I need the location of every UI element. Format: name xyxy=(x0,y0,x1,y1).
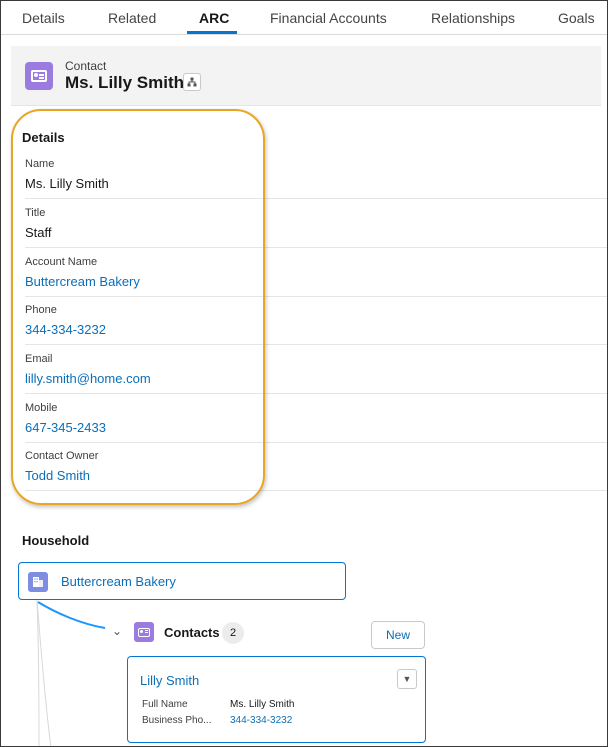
contacts-group: ⌄ Contacts 2 New xyxy=(109,620,429,649)
full-name-value: Ms. Lilly Smith xyxy=(230,699,295,710)
contact-name-link[interactable]: Lilly Smith xyxy=(140,673,199,688)
business-phone-label: Business Pho... xyxy=(142,715,212,726)
app-frame: Details Related ARC Financial Accounts R… xyxy=(0,0,608,747)
contacts-label: Contacts xyxy=(164,625,220,640)
business-phone-link[interactable]: 344-334-3232 xyxy=(230,715,292,726)
chevron-down-icon[interactable]: ⌄ xyxy=(112,624,122,638)
household-account-link[interactable]: Buttercream Bakery xyxy=(61,574,176,589)
new-contact-button[interactable]: New xyxy=(371,621,425,649)
full-name-label: Full Name xyxy=(142,699,188,710)
household-account-card[interactable]: Buttercream Bakery xyxy=(18,562,346,600)
row-actions-dropdown[interactable]: ▼ xyxy=(397,669,417,689)
contact-icon xyxy=(134,622,154,642)
account-icon xyxy=(28,572,48,592)
contacts-count-badge: 2 xyxy=(222,622,244,644)
contact-card: Lilly Smith ▼ Full Name Ms. Lilly Smith … xyxy=(127,656,426,743)
